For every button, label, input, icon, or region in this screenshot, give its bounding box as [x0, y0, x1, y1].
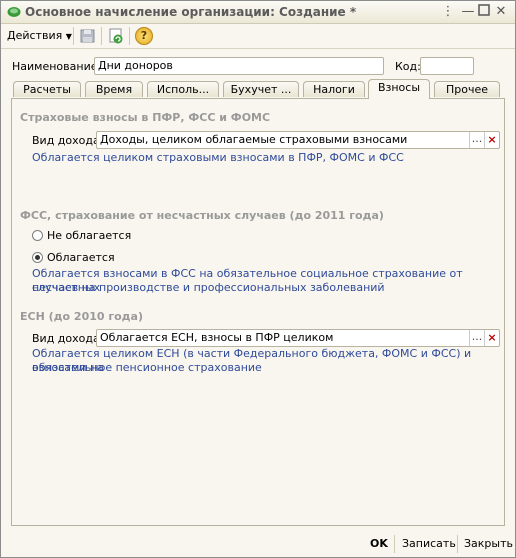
toolbar: Действия ▼ ?	[1, 24, 515, 49]
tab-taxes[interactable]: Налоги	[303, 81, 365, 97]
dropdown-arrow-icon: ▼	[65, 32, 72, 41]
tab-strip: Расчеты Время Исполь... Бухучет ... Нало…	[1, 79, 515, 99]
ok-button[interactable]: OK	[370, 537, 388, 550]
save-button[interactable]: Записать	[402, 537, 456, 550]
radio-taxed[interactable]	[32, 252, 43, 263]
toolbar-separator	[101, 27, 102, 45]
actions-label: Действия	[7, 29, 63, 42]
tab-other[interactable]: Прочее	[434, 81, 500, 97]
clear-icon[interactable]: ×	[484, 132, 499, 148]
code-label: Код:	[395, 60, 421, 73]
actions-menu[interactable]: Действия ▼	[7, 29, 72, 42]
save-disk-icon[interactable]	[79, 27, 97, 45]
tab-usage[interactable]: Исполь...	[147, 81, 219, 97]
dialog-window: Основное начисление организации: Создани…	[0, 0, 516, 558]
esn-note-line2: обязательное пенсионное страхование	[32, 361, 262, 374]
radio-not-taxed[interactable]	[32, 230, 43, 241]
contributions-panel: Страховые взносы в ПФР, ФСС и ФОМС Вид д…	[11, 98, 505, 526]
income-type-value: Облагается ЕСН, взносы в ПФР целиком	[100, 331, 334, 344]
income-type-select-pfr[interactable]: Доходы, целиком облагаемые страховыми вз…	[96, 131, 500, 149]
footer-separator	[394, 535, 395, 553]
name-field[interactable]: Дни доноров	[94, 57, 384, 75]
income-type-label: Вид дохода:	[32, 134, 104, 147]
help-icon[interactable]: ?	[135, 27, 153, 45]
toolbar-separator	[129, 27, 130, 45]
close-button[interactable]: Закрыть	[464, 537, 513, 550]
tab-accounting[interactable]: Бухучет ...	[223, 81, 299, 97]
footer-bar: OK Записать Закрыть	[1, 531, 515, 557]
code-field[interactable]	[420, 57, 474, 75]
tab-contributions[interactable]: Взносы	[368, 79, 430, 99]
close-icon[interactable]: ✕	[494, 5, 508, 19]
save-refresh-icon[interactable]	[107, 27, 125, 45]
select-button[interactable]: ...	[469, 132, 484, 148]
minimize-icon[interactable]: —	[461, 5, 475, 19]
radio-not-taxed-label: Не облагается	[47, 229, 132, 242]
options-icon[interactable]: ⋮	[441, 5, 455, 19]
section-title-esn: ЕСН (до 2010 года)	[20, 310, 144, 323]
select-button[interactable]: ...	[469, 330, 484, 346]
section-title-fss: ФСС, страхование от несчастных случаев (…	[20, 209, 384, 222]
section-title-pfr: Страховые взносы в ПФР, ФСС и ФОМС	[20, 111, 271, 124]
window-title: Основное начисление организации: Создани…	[25, 5, 357, 19]
title-bar: Основное начисление организации: Создани…	[1, 1, 515, 24]
pfr-note: Облагается целиком страховыми взносами в…	[32, 151, 404, 164]
toolbar-separator	[73, 27, 74, 45]
income-type-select-esn[interactable]: Облагается ЕСН, взносы в ПФР целиком ...…	[96, 329, 500, 347]
name-label: Наименование:	[12, 60, 102, 73]
fss-note-line2: случаев на производстве и профессиональн…	[32, 281, 385, 294]
income-type-value: Доходы, целиком облагаемые страховыми вз…	[100, 133, 408, 146]
footer-separator	[457, 535, 458, 553]
income-type-label: Вид дохода:	[32, 332, 104, 345]
radio-taxed-label: Облагается	[47, 251, 115, 264]
clear-icon[interactable]: ×	[484, 330, 499, 346]
tab-time[interactable]: Время	[85, 81, 143, 97]
app-icon	[7, 7, 21, 17]
maximize-icon[interactable]	[477, 4, 491, 18]
tab-calculations[interactable]: Расчеты	[13, 81, 81, 97]
